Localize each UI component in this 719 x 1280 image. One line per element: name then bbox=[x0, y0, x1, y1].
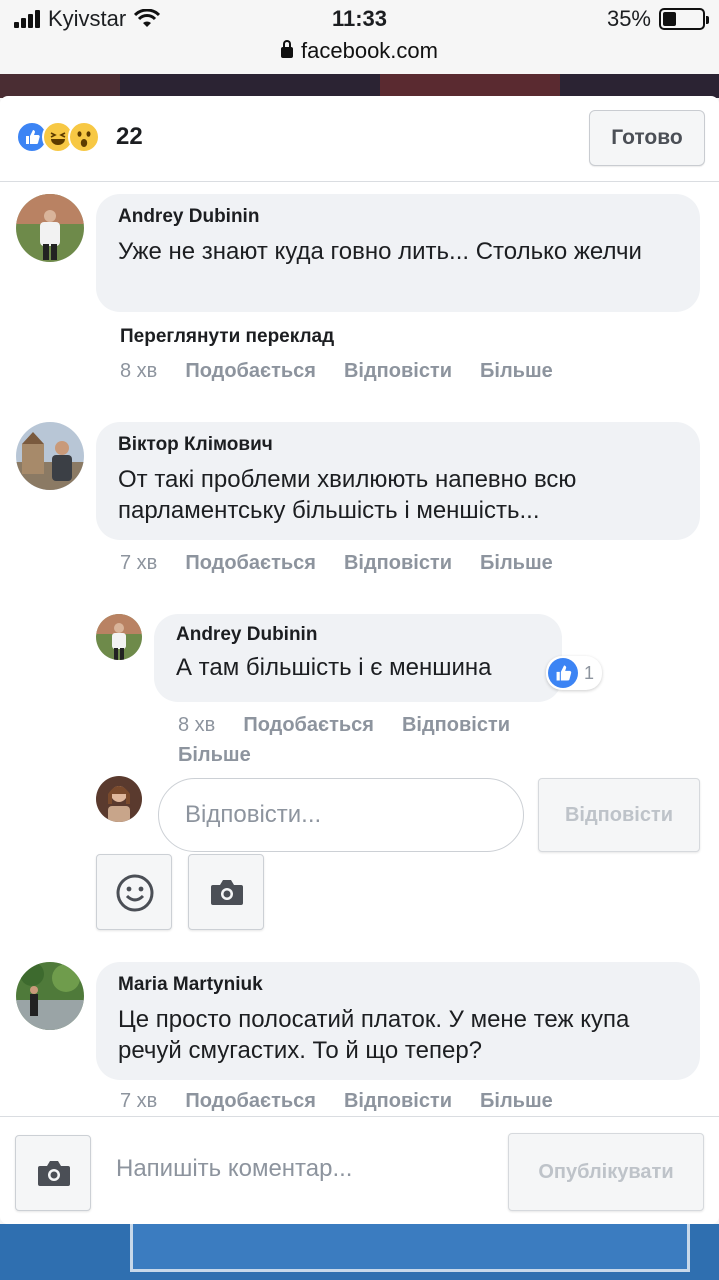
comment-actions-more: Більше bbox=[178, 744, 279, 767]
comment-author[interactable]: Andrey Dubinin bbox=[118, 206, 678, 228]
comment-time: 8 хв bbox=[120, 360, 158, 382]
avatar[interactable] bbox=[16, 422, 84, 490]
comment-actions: 8 хв Подобається Відповісти Більше bbox=[120, 360, 581, 383]
comment-input[interactable]: Напишіть коментар... bbox=[116, 1155, 352, 1183]
more-action[interactable]: Більше bbox=[480, 1090, 553, 1112]
comments-dialog: 22 Готово Andrey Dubinin Уже не знают ку… bbox=[0, 96, 719, 1224]
comment-bubble: Maria Martyniuk Це просто полосатий плат… bbox=[96, 962, 700, 1080]
camera-icon bbox=[38, 1161, 70, 1186]
camera-icon bbox=[211, 880, 243, 905]
comment-reactions[interactable]: 1 bbox=[546, 656, 603, 690]
like-action[interactable]: Подобається bbox=[185, 552, 316, 574]
comment-actions: 7 хв Подобається Відповісти Більше bbox=[120, 552, 581, 575]
battery-percent: 35% bbox=[606, 6, 651, 31]
comment-actions: 8 хв Подобається Відповісти bbox=[178, 714, 538, 737]
more-action[interactable]: Більше bbox=[480, 552, 553, 574]
photo-button[interactable] bbox=[15, 1135, 91, 1211]
comment-text: Це просто полосатий платок. У мене теж к… bbox=[118, 1006, 630, 1064]
comment-author[interactable]: Maria Martyniuk bbox=[118, 974, 678, 996]
avatar[interactable] bbox=[96, 614, 142, 660]
photo-button[interactable] bbox=[188, 854, 264, 930]
comment-author[interactable]: Andrey Dubinin bbox=[176, 624, 540, 646]
my-avatar bbox=[96, 776, 142, 822]
comment-time: 7 хв bbox=[120, 1090, 158, 1112]
dialog-header: 22 Готово bbox=[0, 96, 719, 182]
background-page-bottom bbox=[0, 1224, 719, 1280]
comment-time: 8 хв bbox=[178, 714, 216, 736]
url-text: facebook.com bbox=[301, 38, 438, 63]
reaction-count: 22 bbox=[116, 123, 143, 150]
battery-group: 35% bbox=[606, 6, 709, 32]
lock-icon bbox=[281, 40, 294, 58]
comment-time: 7 хв bbox=[120, 552, 158, 574]
reply-submit-button[interactable]: Відповісти bbox=[538, 778, 700, 852]
comment-bubble: Віктор Клімович От такі проблеми хвилюют… bbox=[96, 422, 700, 540]
avatar[interactable] bbox=[16, 962, 84, 1030]
wow-icon bbox=[68, 121, 100, 153]
url-bar[interactable]: facebook.com bbox=[0, 38, 719, 74]
comment-text: А там більшість і є меншина bbox=[176, 654, 492, 681]
publish-button[interactable]: Опублікувати bbox=[508, 1133, 704, 1211]
like-action[interactable]: Подобається bbox=[185, 1090, 316, 1112]
background-page-top bbox=[0, 74, 719, 98]
more-action[interactable]: Більше bbox=[480, 360, 553, 382]
like-action[interactable]: Подобається bbox=[243, 714, 374, 736]
reply-bubble: Andrey Dubinin А там більшість і є менши… bbox=[154, 614, 562, 702]
comment-bubble: Andrey Dubinin Уже не знают куда говно л… bbox=[96, 194, 700, 312]
smiley-icon bbox=[116, 874, 154, 912]
reply-action[interactable]: Відповісти bbox=[344, 360, 452, 382]
emoji-button[interactable] bbox=[96, 854, 172, 930]
comment-text: От такі проблеми хвилюють напевно всю па… bbox=[118, 466, 577, 524]
comment-author[interactable]: Віктор Клімович bbox=[118, 434, 678, 456]
done-button[interactable]: Готово bbox=[589, 110, 705, 166]
reaction-count: 1 bbox=[584, 662, 595, 683]
reply-action[interactable]: Відповісти bbox=[344, 1090, 452, 1112]
reply-action[interactable]: Відповісти bbox=[344, 552, 452, 574]
like-icon bbox=[548, 658, 578, 688]
comment-actions: 7 хв Подобається Відповісти Більше bbox=[120, 1090, 581, 1113]
more-action[interactable]: Більше bbox=[178, 744, 251, 766]
status-bar: Kyivstar 11:33 35% bbox=[0, 0, 719, 40]
see-translation-link[interactable]: Переглянути переклад bbox=[120, 326, 334, 348]
reactions-summary[interactable]: 22 bbox=[16, 121, 143, 153]
reply-action[interactable]: Відповісти bbox=[402, 714, 510, 736]
comment-text: Уже не знают куда говно лить... Столько … bbox=[118, 238, 642, 265]
like-action[interactable]: Подобається bbox=[185, 360, 316, 382]
avatar[interactable] bbox=[16, 194, 84, 262]
reply-input[interactable]: Відповісти... bbox=[158, 778, 524, 852]
comment-composer: Напишіть коментар... Опублікувати bbox=[0, 1116, 719, 1224]
battery-icon bbox=[659, 8, 709, 30]
